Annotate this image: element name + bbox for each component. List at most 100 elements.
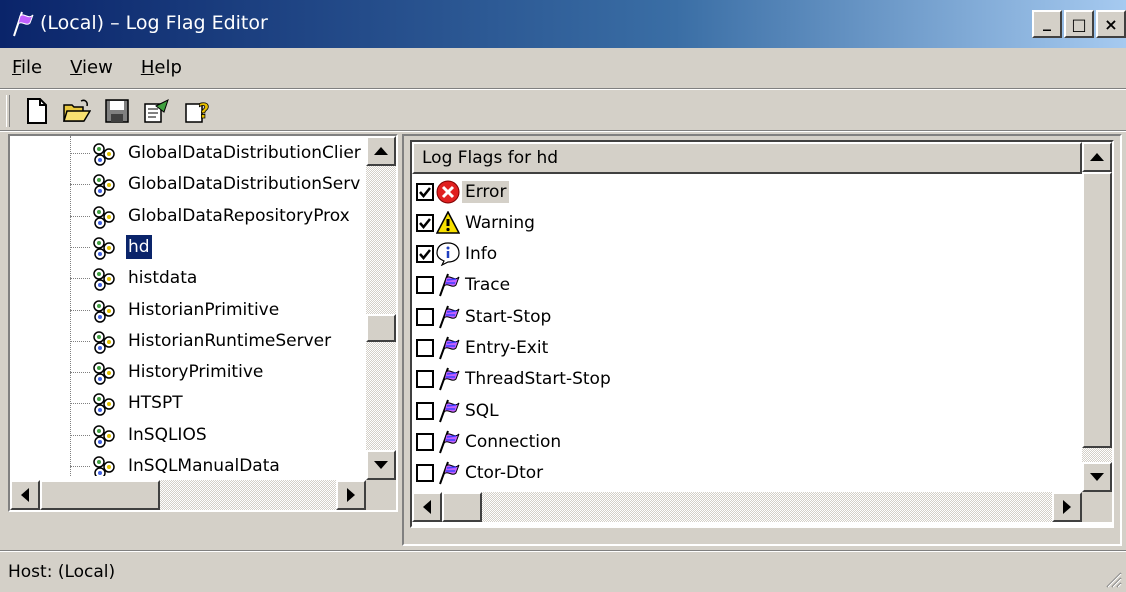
tree-connector: [70, 340, 90, 342]
menu-view[interactable]: View: [58, 57, 129, 78]
tree-item[interactable]: HistoryPrimitive: [10, 357, 366, 388]
flag-label: ThreadStart-Stop: [465, 369, 611, 390]
tree-item-label: GlobalDataRepositoryProx: [128, 205, 350, 226]
tree-item-label: InSQLManualData: [128, 456, 280, 476]
window-title: (Local) – Log Flag Editor: [40, 12, 268, 34]
open-button[interactable]: [60, 94, 94, 128]
toolbar-separator: [0, 130, 1126, 132]
apply-button[interactable]: [140, 94, 174, 128]
unchecked-checkbox[interactable]: [416, 401, 434, 420]
tree-item-label: InSQLIOS: [128, 424, 207, 445]
unchecked-checkbox[interactable]: [416, 432, 434, 451]
tree-item-label: HistorianRuntimeServer: [128, 330, 332, 351]
flag-row[interactable]: SQL: [416, 395, 502, 426]
flags-horizontal-scrollbar[interactable]: [412, 492, 1082, 522]
menu-help[interactable]: Help: [129, 57, 198, 78]
tree-vertical-scrollbar[interactable]: [366, 136, 396, 480]
maximize-button[interactable]: □: [1064, 10, 1094, 38]
save-button[interactable]: [100, 94, 134, 128]
unchecked-checkbox[interactable]: [416, 276, 434, 295]
toolbar: ?: [6, 92, 214, 130]
status-host-text: Host: (Local): [8, 562, 116, 582]
flags-scroll-right-button[interactable]: [1052, 492, 1082, 522]
maximize-icon: □: [1071, 14, 1087, 34]
log-flag-app-icon: [13, 11, 34, 37]
flag-row[interactable]: Error: [416, 176, 510, 207]
tree-item[interactable]: HTSPT: [10, 388, 366, 419]
checked-checkbox[interactable]: [416, 182, 434, 201]
flag-row[interactable]: Start-Stop: [416, 301, 554, 332]
checked-checkbox[interactable]: [416, 245, 434, 264]
title-bar[interactable]: (Local) – Log Flag Editor _ □ ×: [0, 0, 1126, 48]
flags-scroll-down-button[interactable]: [1082, 462, 1112, 492]
flag-row[interactable]: Ctor-Dtor: [416, 458, 546, 489]
svg-text:?: ?: [198, 99, 210, 123]
flag-label: Trace: [465, 275, 511, 296]
tree-item[interactable]: InSQLManualData: [10, 451, 366, 476]
help-button[interactable]: ?: [180, 94, 214, 128]
flags-scroll-left-button[interactable]: [412, 492, 442, 522]
tree-scroll-down-button[interactable]: [366, 450, 396, 480]
tree-connector: [70, 153, 90, 154]
close-button[interactable]: ×: [1096, 10, 1126, 38]
tree-item-label: GlobalDataDistributionClier: [128, 143, 361, 163]
tree-item[interactable]: histdata: [10, 263, 366, 294]
tree-item[interactable]: GlobalDataRepositoryProx: [10, 201, 366, 232]
unchecked-checkbox[interactable]: [416, 339, 434, 357]
flags-scroll-up-button[interactable]: [1082, 142, 1112, 172]
flag-label: Warning: [465, 212, 535, 233]
tree-item[interactable]: InSQLIOS: [10, 420, 366, 451]
flag-row[interactable]: Info: [416, 239, 500, 270]
unchecked-checkbox[interactable]: [416, 464, 434, 483]
tree-connector: [70, 184, 90, 186]
component-node-icon: [90, 204, 118, 230]
tree-connector: [70, 246, 90, 248]
flags-scroll-thumb[interactable]: [1082, 172, 1112, 448]
tree-item[interactable]: GlobalDataDistributionClier: [10, 138, 366, 169]
scroll-down-icon: [374, 461, 388, 469]
unchecked-checkbox[interactable]: [416, 307, 434, 326]
tree-connector: [70, 466, 90, 467]
log-flags-panel: Log Flags for hd Error Warning Info Trace St…: [402, 134, 1122, 546]
resize-grip-icon[interactable]: [1102, 568, 1122, 588]
menu-file-rest: ile: [21, 56, 43, 78]
log-flags-column-header[interactable]: Log Flags for hd: [412, 142, 1082, 174]
scroll-left-icon: [423, 500, 431, 514]
menu-separator: [0, 88, 1126, 90]
toolbar-grip[interactable]: [6, 95, 10, 127]
new-document-icon: [27, 98, 47, 124]
flag-row[interactable]: Warning: [416, 207, 538, 238]
new-button[interactable]: [20, 94, 54, 128]
tree-hscroll-thumb[interactable]: [40, 480, 160, 510]
tree-item-label: GlobalDataDistributionServ: [128, 174, 361, 195]
tree-scroll-thumb[interactable]: [366, 314, 396, 342]
menu-file[interactable]: File: [0, 57, 58, 78]
unchecked-checkbox[interactable]: [416, 370, 434, 389]
flags-vertical-scrollbar[interactable]: [1082, 142, 1112, 492]
minimize-button[interactable]: _: [1032, 10, 1062, 38]
flag-icon: [436, 367, 460, 391]
checked-checkbox[interactable]: [416, 213, 434, 232]
tree-item[interactable]: HistorianPrimitive: [10, 295, 366, 326]
flags-hscroll-thumb[interactable]: [442, 492, 482, 522]
flag-label: SQL: [465, 400, 499, 421]
flag-row[interactable]: ThreadStart-Stop: [416, 364, 614, 395]
flag-label: Info: [465, 244, 498, 265]
flag-label: Error: [462, 180, 510, 203]
flag-label: Connection: [465, 431, 562, 452]
tree-scroll-left-button[interactable]: [10, 480, 40, 510]
flag-row[interactable]: Trace: [416, 270, 513, 301]
flag-label: Start-Stop: [465, 306, 552, 327]
menu-view-rest: iew: [82, 56, 113, 78]
tree-item[interactable]: hd: [10, 232, 366, 263]
component-tree[interactable]: GlobalDataDistributionClier GlobalDataDis…: [8, 134, 398, 512]
tree-item[interactable]: GlobalDataDistributionServ: [10, 169, 366, 200]
flag-row[interactable]: Connection: [416, 426, 564, 457]
tree-scroll-up-button[interactable]: [366, 136, 396, 166]
log-flags-list[interactable]: Log Flags for hd Error Warning Info Trace St…: [410, 140, 1114, 528]
tree-horizontal-scrollbar[interactable]: [10, 480, 366, 510]
flag-row[interactable]: Entry-Exit: [416, 333, 551, 364]
tree-connector: [70, 403, 90, 405]
tree-scroll-right-button[interactable]: [336, 480, 366, 510]
tree-item[interactable]: HistorianRuntimeServer: [10, 326, 366, 357]
